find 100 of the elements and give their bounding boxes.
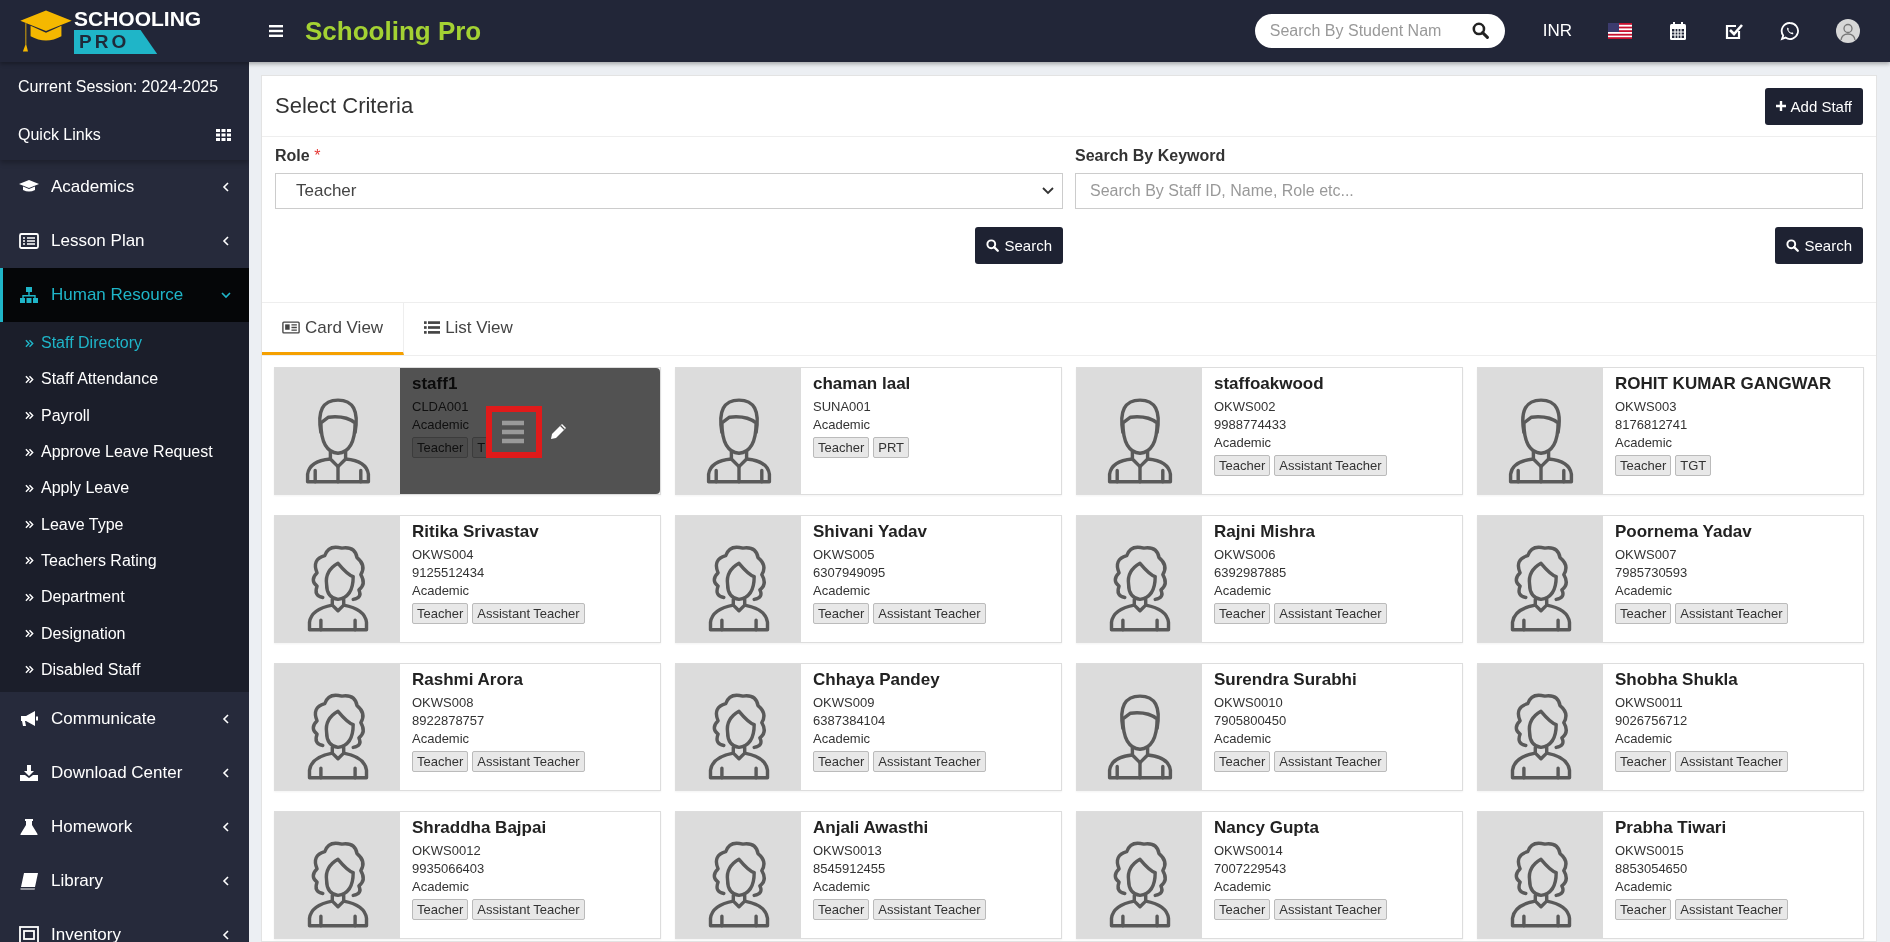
role-tag: PRT <box>873 437 909 458</box>
staff-card[interactable]: Shraddha Bajpai OKWS0012 9935066403 Academic Teacher Assistant Teacher <box>274 811 661 939</box>
section-title: Select Criteria <box>275 93 414 119</box>
keyword-label: Search By Keyword <box>1075 147 1226 164</box>
staff-id: OKWS003 <box>1615 398 1677 416</box>
chevron-icon <box>221 767 231 778</box>
role-select[interactable]: Teacher <box>275 173 1063 209</box>
staff-department: Academic <box>1615 434 1673 452</box>
staff-department: Academic <box>813 730 871 748</box>
staff-card[interactable]: staffoakwood OKWS002 9988774433 Academic Teacher Assistant Teacher <box>1076 367 1463 495</box>
role-tag: Assistant Teacher <box>1274 455 1387 476</box>
calendar-icon[interactable] <box>1668 21 1688 41</box>
student-search-field[interactable]: Search By Student Nam <box>1254 14 1505 48</box>
chevron-icon <box>221 236 231 246</box>
staff-department: Academic <box>412 416 470 434</box>
role-tag: Assistant Teacher <box>1675 751 1788 772</box>
keyword-search-field[interactable]: Search By Staff ID, Name, Role etc... <box>1075 173 1863 209</box>
role-tag: Teacher <box>1214 899 1271 920</box>
staff-department: Academic <box>1214 730 1272 748</box>
staff-card[interactable]: Rashmi Arora OKWS008 8922878757 Academic Teacher Assistant Teacher <box>274 663 661 791</box>
staff-department: Academic <box>1214 582 1272 600</box>
staff-department: Academic <box>1615 582 1673 600</box>
staff-card[interactable]: Poornema Yadav OKWS007 7985730593 Academic Teacher Assistant Teacher <box>1477 515 1864 643</box>
flag-icon[interactable] <box>1608 23 1632 39</box>
role-tag: Assistant Teacher <box>873 899 986 920</box>
view-tab[interactable]: Card View <box>262 303 405 355</box>
role-tag: Assistant Teacher <box>873 603 986 624</box>
submenu-item[interactable]: Apply Leave <box>0 470 249 507</box>
staff-phone: 8853054650 <box>1615 860 1688 878</box>
staff-name: Rashmi Arora <box>412 670 524 690</box>
staff-card[interactable]: Shobha Shukla OKWS0011 9026756712 Academic Teacher Assistant Teacher <box>1477 663 1864 791</box>
staff-card[interactable]: Shivani Yadav OKWS005 6307949095 Academic Teacher Assistant Teacher <box>675 515 1062 643</box>
search-icon <box>1786 239 1800 252</box>
submenu-item[interactable]: Staff Directory <box>0 325 249 362</box>
list-icon <box>19 232 39 250</box>
submenu-item[interactable]: Payroll <box>0 397 249 434</box>
sidebar-menu-item[interactable]: Download Center <box>0 745 249 800</box>
staff-card[interactable]: chaman laal SUNA001 Academic Teacher PRT <box>675 367 1062 495</box>
chevron-icon <box>221 929 231 940</box>
search-button[interactable]: Search <box>1775 227 1863 264</box>
submenu-item[interactable]: Staff Attendance <box>0 361 249 398</box>
sidebar-menu-item[interactable]: Academics <box>0 160 249 214</box>
search-icon <box>986 239 1000 252</box>
staff-card[interactable]: Rajni Mishra OKWS006 6392987885 Academic Teacher Assistant Teacher <box>1076 515 1463 643</box>
staff-name: Ritika Srivastav <box>412 522 540 542</box>
double-chevron-icon <box>25 483 34 493</box>
role-tag: Assistant Teacher <box>1675 603 1788 624</box>
staff-name: Rajni Mishra <box>1214 522 1317 542</box>
submenu-item[interactable]: Teachers Rating <box>0 542 249 580</box>
staff-phone: 9935066403 <box>412 860 485 878</box>
staff-card[interactable]: Ritika Srivastav OKWS004 9125512434 Academic Teacher Assistant Teacher <box>274 515 661 643</box>
pencil-icon[interactable] <box>548 422 568 442</box>
staff-id: OKWS0013 <box>813 842 882 860</box>
role-tag: Assistant Teacher <box>472 751 585 772</box>
staff-phone: 9988774433 <box>1214 416 1287 434</box>
grid-icon[interactable] <box>216 129 231 141</box>
staff-card[interactable]: Surendra Surabhi OKWS0010 7905800450 Academic Teacher Assistant Teacher <box>1076 663 1463 791</box>
staff-phone: 8176812741 <box>1615 416 1688 434</box>
user-avatar[interactable] <box>1836 19 1860 43</box>
role-tag: TGT <box>1675 455 1712 476</box>
staff-card[interactable]: Anjali Awasthi OKWS0013 8545912455 Academic Teacher Assistant Teacher <box>675 811 1062 939</box>
submenu-item[interactable]: Disabled Staff <box>0 651 249 688</box>
sidebar-menu-item[interactable]: Lesson Plan <box>0 214 249 268</box>
quick-links-label[interactable]: Quick Links <box>18 126 101 144</box>
staff-name: Surendra Surabhi <box>1214 670 1358 690</box>
sidebar-menu-item[interactable]: Homework <box>0 799 249 854</box>
sidebar-menu-item[interactable]: Communicate <box>0 691 249 746</box>
staff-card[interactable]: ROHIT KUMAR GANGWAR OKWS003 8176812741 Academic Teacher TGT <box>1477 367 1864 495</box>
staff-name: Shivani Yadav <box>813 522 929 542</box>
currency-selector[interactable]: INR <box>1542 21 1572 41</box>
search-icon[interactable] <box>1471 22 1489 39</box>
staff-department: Academic <box>1214 878 1272 896</box>
logo-badge: PRO <box>74 30 158 54</box>
submenu-item[interactable]: Department <box>0 579 249 616</box>
staff-id: OKWS007 <box>1615 546 1677 564</box>
staff-phone: 8545912455 <box>813 860 886 878</box>
staff-id: CLDA001 <box>412 398 469 416</box>
submenu-item[interactable]: Designation <box>0 615 249 652</box>
sidebar-menu-item[interactable]: Library <box>0 853 249 908</box>
role-tag: Teacher <box>1214 751 1271 772</box>
chevron-icon <box>221 875 231 886</box>
search-button[interactable]: Search <box>975 227 1063 264</box>
add-staff-button[interactable]: Add Staff <box>1764 87 1863 125</box>
submenu-item[interactable]: Leave Type <box>0 506 249 543</box>
role-tag: Teacher <box>412 751 469 772</box>
view-tab[interactable]: List View <box>404 303 533 355</box>
submenu-item[interactable]: Approve Leave Request <box>0 433 249 471</box>
double-chevron-icon <box>25 338 34 348</box>
staff-card[interactable]: Chhaya Pandey OKWS009 6387384104 Academic Teacher Assistant Teacher <box>675 663 1062 791</box>
staff-department: Academic <box>1615 878 1673 896</box>
role-tag: Assistant Teacher <box>472 603 585 624</box>
flask-icon <box>19 817 39 836</box>
double-chevron-icon <box>25 556 34 566</box>
logo-text: SCHOOLING <box>74 8 202 30</box>
staff-card[interactable]: Nancy Gupta OKWS0014 7007229543 Academic Teacher Assistant Teacher <box>1076 811 1463 939</box>
chat-icon[interactable] <box>1780 21 1800 41</box>
logo[interactable]: SCHOOLING PRO <box>0 7 249 55</box>
current-session: Current Session: 2024-2025 <box>18 77 220 97</box>
staff-card[interactable]: Prabha Tiwari OKWS0015 8853054650 Academic Teacher Assistant Teacher <box>1477 811 1864 939</box>
sidebar-menu-item[interactable]: Human Resource <box>0 268 249 322</box>
